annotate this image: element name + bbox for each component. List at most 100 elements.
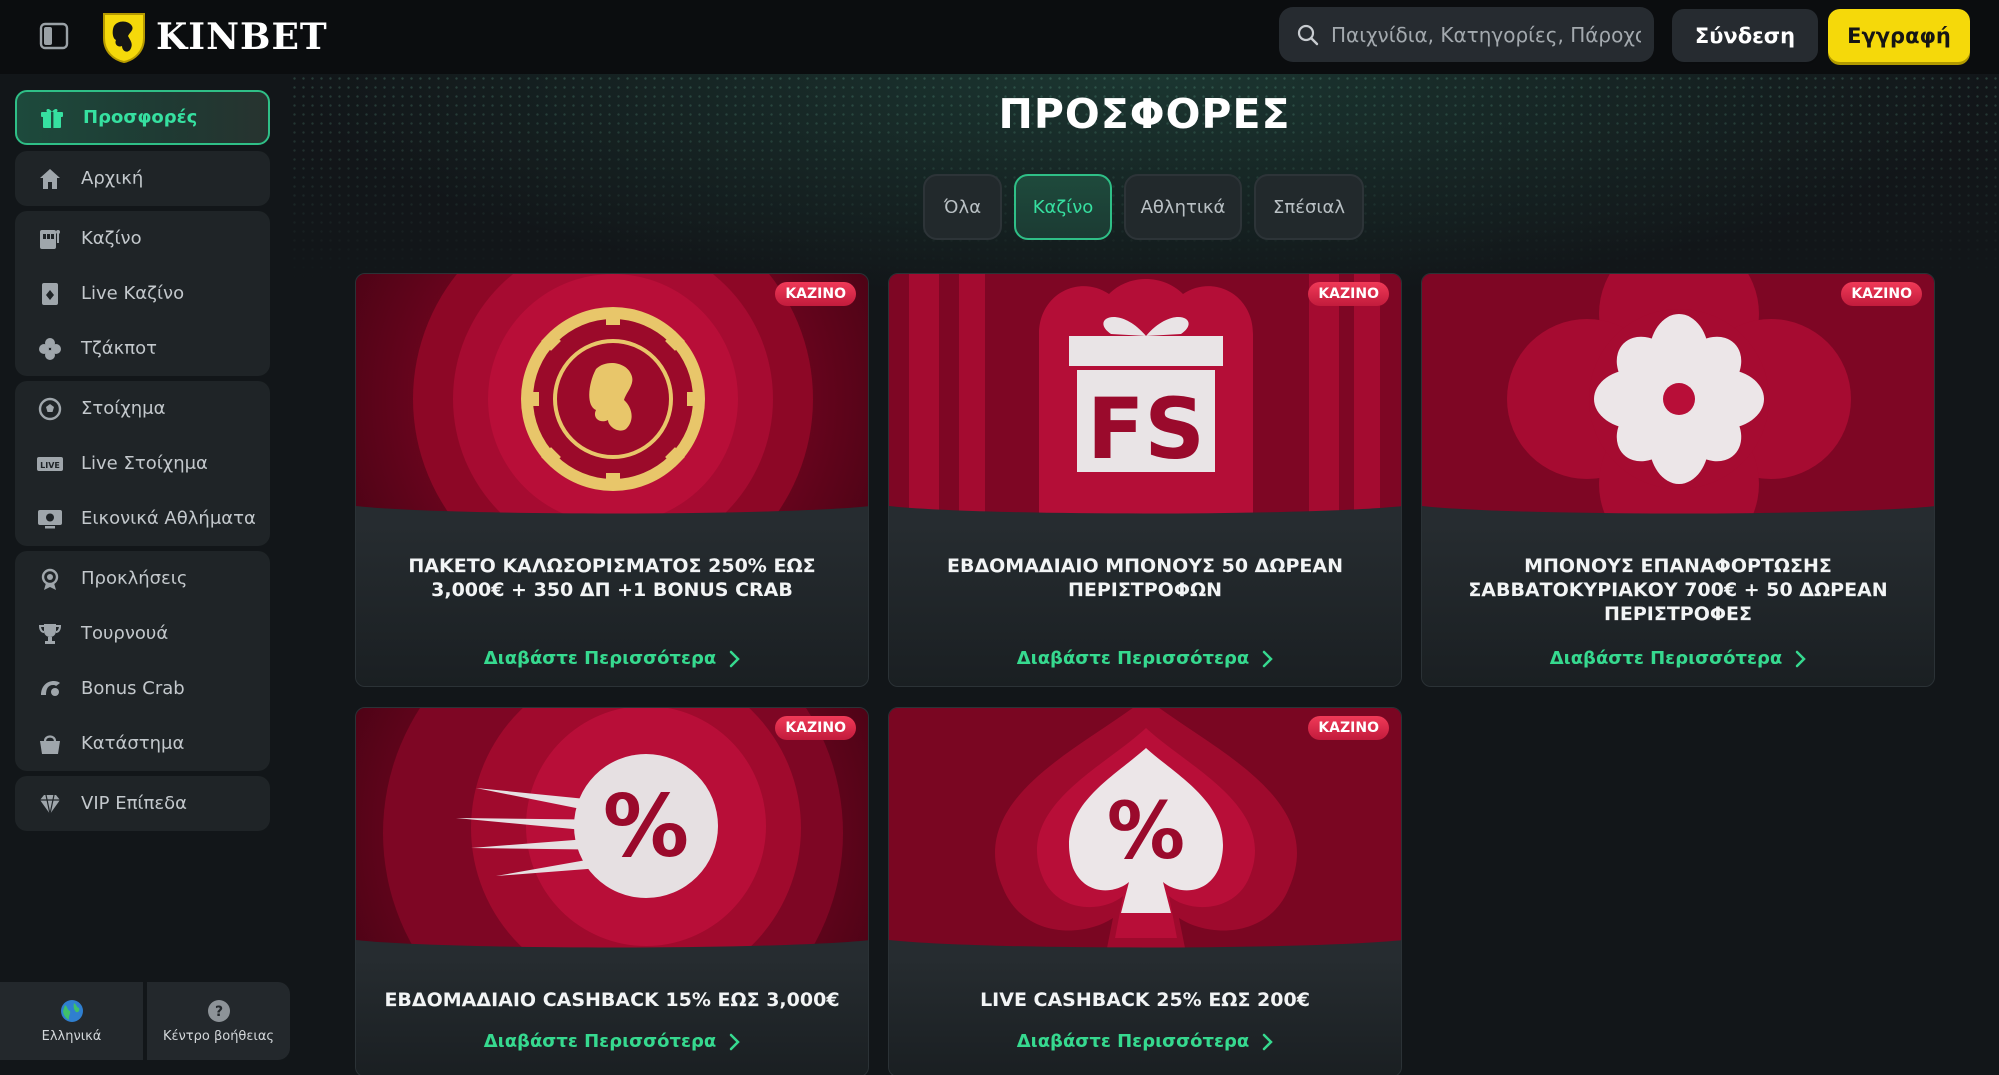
card-body: ΕΒΔΟΜΑΔΙΑΙΟ CASHBACK 15% ΕΩΣ 3,000€ Διαβ… <box>356 958 868 1075</box>
card-body: ΜΠΟΝΟΥΣ ΕΠΑΝΑΦΟΡΤΩΣΗΣ ΣΑΒΒΑΤΟΚΥΡΙΑΚΟΥ 70… <box>1422 524 1934 686</box>
sidebar-item-label: Αρχική <box>81 168 144 189</box>
read-more-link[interactable]: Διαβάστε Περισσότερα <box>356 1031 868 1052</box>
chevron-right-icon <box>730 1033 741 1050</box>
svg-text:LIVE: LIVE <box>40 461 60 470</box>
category-badge: KAZINO <box>1841 282 1922 306</box>
tab-casino[interactable]: Καζίνο <box>1014 174 1112 240</box>
gift-icon <box>39 105 65 131</box>
tab-special[interactable]: Σπέσιαλ <box>1254 174 1364 240</box>
live-casino-icon <box>37 281 63 307</box>
language-selector[interactable]: Ελληνικά <box>0 982 143 1060</box>
sidebar-group-extras: Προκλήσεις Τουρνουά Bonus Crab Κατάστημα <box>15 551 270 771</box>
svg-text:%: % <box>1107 787 1185 877</box>
category-badge: KAZINO <box>1308 282 1389 306</box>
sidebar-item-label: Καζίνο <box>81 228 142 249</box>
sidebar-item-virtual-sports[interactable]: Εικονικά Αθλήματα <box>15 491 270 546</box>
chevron-right-icon <box>1796 650 1807 667</box>
promo-card[interactable]: KAZINO ΠΑΚΕΤΟ ΚΑΛΩΣΟΡΙΣΜΑΤΟΣ 250% ΕΩΣ 3,… <box>355 273 869 687</box>
sidebar-item-label: Εικονικά Αθλήματα <box>81 508 256 529</box>
sidebar-item-challenges[interactable]: Προκλήσεις <box>15 551 270 606</box>
promo-card[interactable]: FS KAZINO ΕΒΔΟΜΑΔΙΑΙΟ ΜΠΟΝΟΥΣ 50 ΔΩΡΕΑΝ … <box>888 273 1402 687</box>
tab-sports[interactable]: Αθλητικά <box>1124 174 1242 240</box>
category-badge: KAZINO <box>775 716 856 740</box>
promo-card[interactable]: % KAZINO ΕΒΔΟΜΑΔΙΑΙΟ CASHBACK 15% ΕΩΣ 3,… <box>355 707 869 1075</box>
sidebar-item-live-casino[interactable]: Live Καζίνο <box>15 266 270 321</box>
card-body: ΠΑΚΕΤΟ ΚΑΛΩΣΟΡΙΣΜΑΤΟΣ 250% ΕΩΣ 3,000€ + … <box>356 524 868 686</box>
sidebar-group-home: Αρχική <box>15 151 270 206</box>
globe-icon <box>60 999 83 1022</box>
lion-shield-icon <box>103 13 145 64</box>
sidebar-group-promos: Προσφορές <box>15 90 270 145</box>
sidebar-item-label: Στοίχημα <box>81 398 166 419</box>
home-icon <box>37 166 63 192</box>
sidebar-item-tournaments[interactable]: Τουρνουά <box>15 606 270 661</box>
sidebar-item-vip[interactable]: VIP Επίπεδα <box>15 776 270 831</box>
sidebar-item-label: Live Καζίνο <box>81 283 185 304</box>
diamond-icon <box>37 791 63 817</box>
sidebar-item-home[interactable]: Αρχική <box>15 151 270 206</box>
sidebar-item-casino[interactable]: Καζίνο <box>15 211 270 266</box>
login-button[interactable]: Σύνδεση <box>1672 9 1818 62</box>
search-input[interactable] <box>1331 22 1641 47</box>
read-more-label: Διαβάστε Περισσότερα <box>483 1031 717 1052</box>
read-more-label: Διαβάστε Περισσότερα <box>1549 648 1783 669</box>
sidebar-item-betting[interactable]: Στοίχημα <box>15 381 270 436</box>
read-more-link[interactable]: Διαβάστε Περισσότερα <box>889 648 1401 669</box>
promo-image-fs-gift: FS KAZINO <box>889 274 1401 524</box>
top-header: KINBET Σύνδεση Εγγραφή <box>0 0 1999 74</box>
read-more-link[interactable]: Διαβάστε Περισσότερα <box>1422 648 1934 669</box>
chevron-right-icon <box>1263 650 1274 667</box>
promo-image-percent-spade: % KAZINO <box>889 708 1401 958</box>
sidebar-item-label: Προσφορές <box>83 107 198 128</box>
sidebar-group-vip: VIP Επίπεδα <box>15 776 270 831</box>
chevron-right-icon <box>1263 1033 1274 1050</box>
read-more-link[interactable]: Διαβάστε Περισσότερα <box>889 1031 1401 1052</box>
sidebar-item-label: Bonus Crab <box>81 678 185 699</box>
sidebar-toggle-icon[interactable] <box>38 20 70 52</box>
sidebar-item-label: Live Στοίχημα <box>81 453 208 474</box>
category-badge: KAZINO <box>1308 716 1389 740</box>
trophy-icon <box>37 621 63 647</box>
help-center-button[interactable]: ? Κέντρο βοήθειας <box>147 982 290 1060</box>
help-icon: ? <box>207 999 230 1022</box>
read-more-label: Διαβάστε Περισσότερα <box>483 648 717 669</box>
kinbet-logo[interactable]: KINBET <box>100 8 328 66</box>
read-more-link[interactable]: Διαβάστε Περισσότερα <box>356 648 868 669</box>
sidebar-group-casino: Καζίνο Live Καζίνο Τζάκποτ <box>15 211 270 376</box>
promo-title: ΕΒΔΟΜΑΔΙΑΙΟ CASHBACK 15% ΕΩΣ 3,000€ <box>384 989 840 1011</box>
promo-image-clover: KAZINO <box>1422 274 1934 524</box>
shop-bag-icon <box>37 731 63 757</box>
sidebar-item-label: Τζάκποτ <box>81 338 157 359</box>
sidebar-group-sports: Στοίχημα LIVE Live Στοίχημα Εικονικά Αθλ… <box>15 381 270 546</box>
category-badge: KAZINO <box>775 282 856 306</box>
logo-text: KINBET <box>156 16 328 58</box>
promo-image-percent-comet: % KAZINO <box>356 708 868 958</box>
promo-card[interactable]: % KAZINO LIVE CASHBACK 25% ΕΩΣ 200€ Διαβ… <box>888 707 1402 1075</box>
search-box[interactable] <box>1279 7 1654 62</box>
sidebar-item-promotions[interactable]: Προσφορές <box>15 90 270 145</box>
sidebar: Προσφορές Αρχική Καζίνο Live Καζίνο Τζάκ… <box>0 74 290 1075</box>
read-more-label: Διαβάστε Περισσότερα <box>1016 1031 1250 1052</box>
svg-text:?: ? <box>214 1004 222 1020</box>
tab-all[interactable]: Όλα <box>923 174 1002 240</box>
sidebar-item-live-betting[interactable]: LIVE Live Στοίχημα <box>15 436 270 491</box>
search-icon <box>1297 24 1319 45</box>
sidebar-item-label: VIP Επίπεδα <box>81 793 187 814</box>
main-content: ΠΡΟΣΦΟΡΕΣ Όλα Καζίνο Αθλητικά Σπέσιαλ KA… <box>290 74 1999 1075</box>
svg-text:FS: FS <box>1087 380 1205 478</box>
sidebar-item-label: Προκλήσεις <box>81 568 188 589</box>
promo-card[interactable]: KAZINO ΜΠΟΝΟΥΣ ΕΠΑΝΑΦΟΡΤΩΣΗΣ ΣΑΒΒΑΤΟΚΥΡΙ… <box>1421 273 1935 687</box>
sidebar-item-label: Τουρνουά <box>81 623 169 644</box>
sidebar-item-shop[interactable]: Κατάστημα <box>15 716 270 771</box>
soccer-ball-icon <box>37 396 63 422</box>
promo-title: ΕΒΔΟΜΑΔΙΑΙΟ ΜΠΟΝΟΥΣ 50 ΔΩΡΕΑΝ ΠΕΡΙΣΤΡΟΦΩ… <box>946 555 1344 601</box>
challenge-icon <box>37 566 63 592</box>
slot-machine-icon <box>37 226 63 252</box>
sidebar-item-jackpot[interactable]: Τζάκποτ <box>15 321 270 376</box>
sidebar-item-bonus-crab[interactable]: Bonus Crab <box>15 661 270 716</box>
clover-icon <box>37 336 63 362</box>
chevron-right-icon <box>730 650 741 667</box>
register-button[interactable]: Εγγραφή <box>1828 9 1970 62</box>
promo-title: LIVE CASHBACK 25% ΕΩΣ 200€ <box>980 989 1310 1011</box>
card-body: ΕΒΔΟΜΑΔΙΑΙΟ ΜΠΟΝΟΥΣ 50 ΔΩΡΕΑΝ ΠΕΡΙΣΤΡΟΦΩ… <box>889 524 1401 686</box>
